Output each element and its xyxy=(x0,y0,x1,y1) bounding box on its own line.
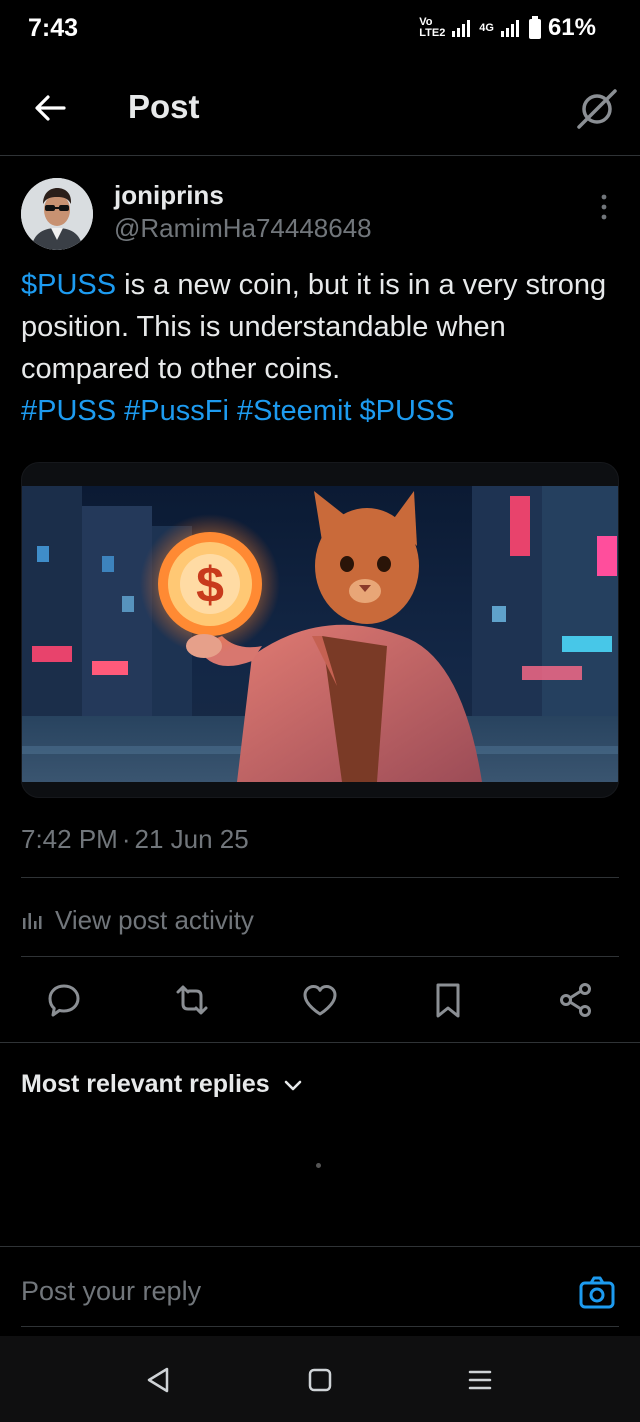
divider xyxy=(21,1326,619,1327)
page-title: Post xyxy=(128,88,200,125)
grok-icon xyxy=(577,89,617,129)
grok-button[interactable] xyxy=(574,86,620,132)
arrow-left-icon xyxy=(35,95,66,121)
divider xyxy=(0,1042,640,1043)
nav-back-button[interactable] xyxy=(145,1366,173,1394)
bookmark-icon xyxy=(436,983,460,1018)
reply-button[interactable] xyxy=(44,980,84,1020)
share-icon xyxy=(560,983,591,1017)
status-time: 7:43 xyxy=(28,14,79,42)
cashtag-link[interactable]: $PUSS xyxy=(360,395,455,427)
nav-home-button[interactable] xyxy=(306,1366,334,1394)
divider xyxy=(0,1246,640,1247)
svg-text:$: $ xyxy=(196,557,224,613)
avatar[interactable] xyxy=(21,178,93,250)
signal-icon-2 xyxy=(500,20,519,37)
square-home-icon xyxy=(308,1368,332,1392)
bookmark-button[interactable] xyxy=(428,980,468,1020)
view-post-activity-label: View post activity xyxy=(55,904,254,935)
triangle-back-icon xyxy=(147,1367,169,1393)
top-bar: Post xyxy=(0,58,640,156)
status-icons: Vo LTE2 4G 61% xyxy=(419,14,596,42)
timestamp-separator: · xyxy=(121,824,131,854)
battery-icon xyxy=(528,16,541,39)
cashtag-link[interactable]: $PUSS xyxy=(21,269,116,301)
replies-sort-label: Most relevant replies xyxy=(21,1070,270,1098)
share-button[interactable] xyxy=(556,980,596,1020)
post-date: 21 Jun 25 xyxy=(134,824,249,854)
repost-icon xyxy=(176,985,208,1015)
more-options-button[interactable] xyxy=(592,192,616,222)
more-vertical-icon xyxy=(601,194,607,220)
divider xyxy=(21,956,619,957)
volte-indicator: Vo LTE2 xyxy=(419,16,446,39)
divider xyxy=(21,877,619,878)
network-type: 4G xyxy=(479,22,494,34)
system-navigation-bar xyxy=(0,1336,640,1422)
camera-icon xyxy=(579,1276,615,1309)
loading-indicator xyxy=(316,1163,321,1168)
post-author: joniprins @RamimHa74448648 xyxy=(0,170,640,260)
back-button[interactable] xyxy=(30,88,70,128)
hashtag-link[interactable]: #Steemit xyxy=(237,395,351,427)
view-post-activity[interactable]: View post activity xyxy=(21,902,254,938)
camera-button[interactable] xyxy=(578,1274,616,1312)
signal-icon xyxy=(452,20,471,37)
author-handle[interactable]: @RamimHa74448648 xyxy=(114,213,372,244)
reply-icon xyxy=(48,984,80,1017)
author-display-name[interactable]: joniprins xyxy=(114,180,224,211)
replies-sort-dropdown[interactable]: Most relevant replies xyxy=(21,1070,304,1099)
analytics-icon xyxy=(23,913,42,929)
post-text: $PUSS is a new coin, but it is in a very… xyxy=(21,264,621,432)
like-button[interactable] xyxy=(300,980,340,1020)
post-action-bar xyxy=(0,976,640,1026)
battery-level: 61% xyxy=(547,14,596,41)
menu-lines-icon xyxy=(468,1370,492,1390)
hashtag-link[interactable]: #PUSS xyxy=(21,395,116,427)
post-time: 7:42 PM xyxy=(21,824,118,854)
post-timestamp: 7:42 PM · 21 Jun 25 xyxy=(21,824,249,855)
media-image[interactable]: $ xyxy=(22,486,619,782)
nav-recents-button[interactable] xyxy=(466,1366,494,1394)
heart-icon xyxy=(303,985,337,1016)
hashtag-link[interactable]: #PussFi xyxy=(124,395,229,427)
post-media[interactable]: $ xyxy=(21,462,619,798)
chevron-down-icon xyxy=(284,1080,302,1090)
reply-input[interactable]: Post your reply xyxy=(21,1276,541,1307)
repost-button[interactable] xyxy=(172,980,212,1020)
status-bar: 7:43 Vo LTE2 4G 61% xyxy=(0,0,640,58)
